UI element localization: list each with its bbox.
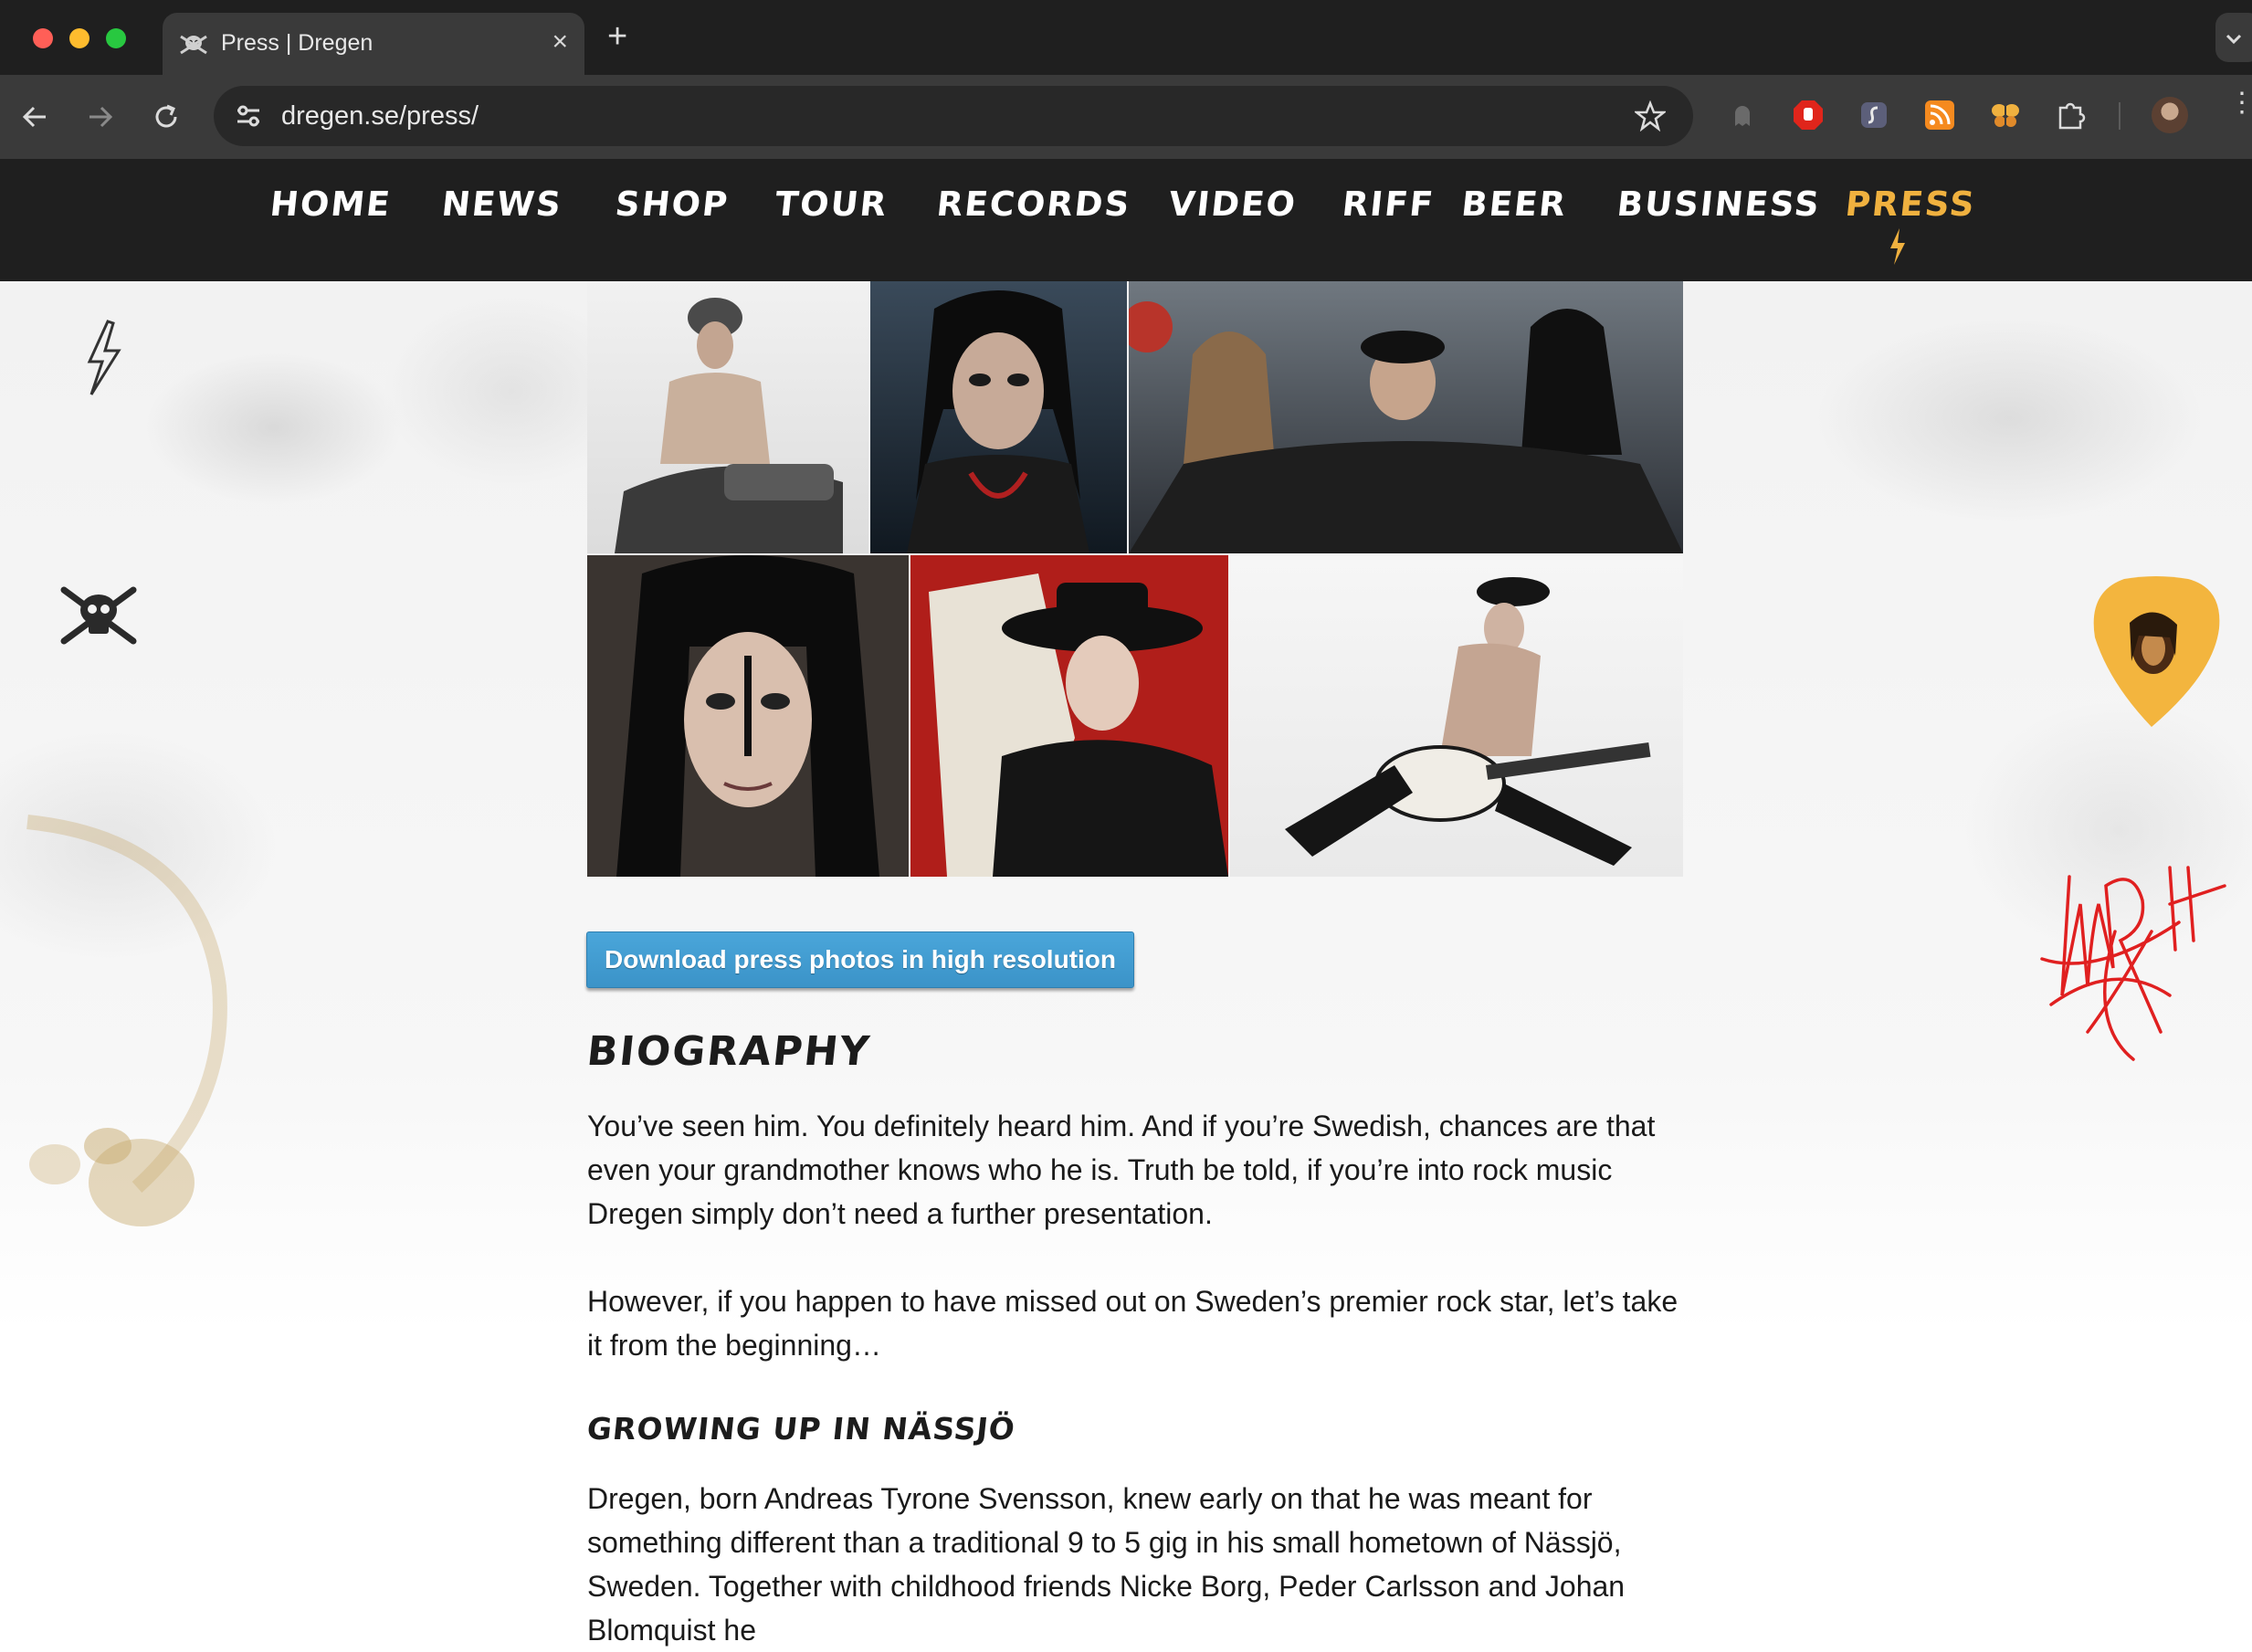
red-signature-icon (2040, 866, 2226, 1061)
press-photo-4[interactable] (587, 555, 909, 877)
tab-title: Press | Dregen (221, 30, 374, 56)
nav-riff-beer[interactable]: RIFF BEER (1341, 184, 1569, 224)
lightning-bolt-icon (87, 320, 121, 395)
extension-adblock-icon[interactable] (1792, 99, 1825, 132)
press-photo-1[interactable] (587, 281, 868, 553)
nav-press[interactable]: PRESS (1844, 184, 1978, 224)
browser-tab[interactable]: Press | Dregen × (163, 13, 584, 75)
nav-tour[interactable]: TOUR (773, 184, 890, 224)
address-bar[interactable]: dregen.se/press/ (214, 86, 1693, 146)
window-minimize-button[interactable] (69, 28, 89, 48)
nav-home[interactable]: HOME (268, 184, 394, 224)
extension-rss-icon[interactable] (1923, 99, 1956, 132)
growing-up-paragraph: Dregen, born Andreas Tyrone Svensson, kn… (587, 1482, 1626, 1647)
reload-icon[interactable] (150, 100, 183, 133)
new-tab-button[interactable]: + (607, 18, 627, 55)
nav-records[interactable]: RECORDS (935, 184, 1133, 224)
extension-butterfly-icon[interactable] (1989, 99, 2022, 132)
site-settings-icon[interactable] (234, 101, 263, 131)
press-photo-6[interactable] (1230, 555, 1683, 877)
url-text: dregen.se/press/ (281, 101, 479, 131)
tab-search-button[interactable] (2215, 13, 2252, 62)
tab-close-icon[interactable]: × (552, 27, 568, 57)
nav-business[interactable]: BUSINESS (1615, 184, 1823, 224)
bookmark-star-icon[interactable] (1635, 100, 1666, 132)
biography-heading: BIOGRAPHY (584, 1028, 873, 1075)
skull-crossbones-icon (60, 586, 137, 645)
active-bolt-icon (1890, 228, 1905, 265)
press-photo-5[interactable] (910, 555, 1228, 877)
window-close-button[interactable] (33, 28, 53, 48)
nav-news[interactable]: NEWS (440, 184, 564, 224)
guitar-pick-icon (2093, 576, 2220, 727)
browser-tab-bar: Press | Dregen × + (0, 0, 2252, 75)
extension-script-icon[interactable] (1857, 99, 1890, 132)
press-photo-2[interactable] (870, 281, 1127, 553)
profile-avatar[interactable] (2152, 97, 2188, 133)
bio-paragraph-1: You’ve seen him. You definitely heard hi… (587, 1110, 1656, 1230)
download-press-photos-button[interactable]: Download press photos in high resolution (586, 931, 1134, 988)
coffee-stain-icon (26, 815, 227, 1226)
browser-menu-icon[interactable]: ⋮ (2228, 89, 2252, 117)
browser-toolbar: dregen.se/press/ ⋮ (0, 75, 2252, 159)
extension-puzzle-icon[interactable] (2055, 99, 2088, 132)
nav-shop[interactable]: SHOP (614, 184, 731, 224)
nav-video[interactable]: VIDEO (1167, 184, 1299, 224)
bio-paragraph-2: However, if you happen to have missed ou… (587, 1285, 1678, 1362)
press-photo-band[interactable] (1129, 281, 1683, 553)
growing-up-heading: GROWING UP IN NÄSSJÖ (584, 1411, 1017, 1447)
forward-arrow-icon[interactable] (84, 100, 117, 133)
toolbar-divider (2119, 102, 2120, 130)
back-arrow-icon[interactable] (18, 100, 51, 133)
window-maximize-button[interactable] (106, 28, 126, 48)
site-navigation: HOME NEWS SHOP TOUR RECORDS VIDEO RIFF B… (0, 159, 2252, 281)
skull-favicon-icon (180, 35, 207, 55)
extension-ghost-icon[interactable] (1726, 99, 1759, 132)
chevron-down-icon (2226, 34, 2242, 45)
